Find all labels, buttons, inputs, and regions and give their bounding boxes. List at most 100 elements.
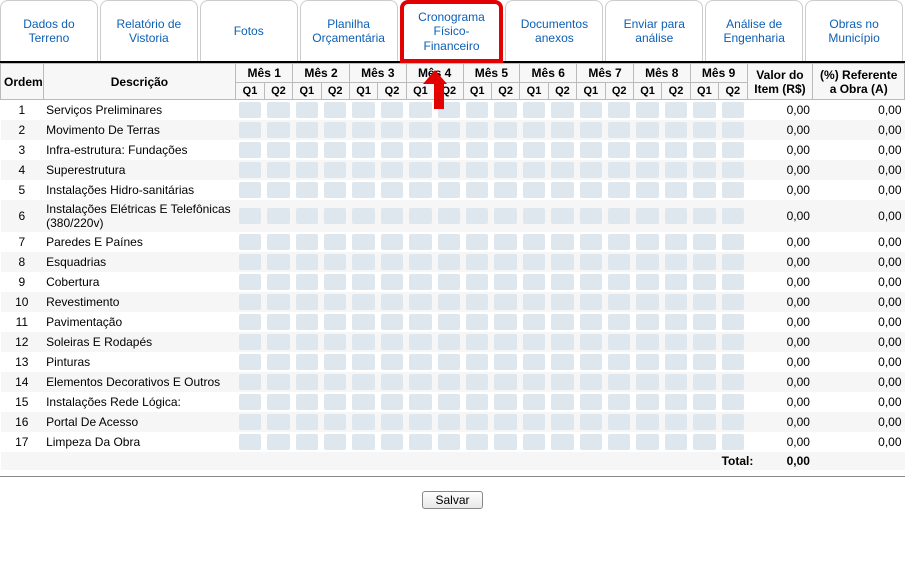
cell-quinzena[interactable] (719, 412, 747, 432)
cell-quinzena[interactable] (321, 232, 349, 252)
quinzena-input[interactable] (636, 208, 658, 224)
quinzena-input[interactable] (409, 254, 431, 270)
quinzena-input[interactable] (324, 234, 346, 250)
quinzena-input[interactable] (409, 102, 431, 118)
cell-quinzena[interactable] (349, 412, 377, 432)
cell-quinzena[interactable] (577, 140, 605, 160)
quinzena-input[interactable] (296, 314, 318, 330)
cell-quinzena[interactable] (264, 120, 292, 140)
quinzena-input[interactable] (523, 294, 545, 310)
quinzena-input[interactable] (636, 234, 658, 250)
cell-quinzena[interactable] (321, 332, 349, 352)
quinzena-input[interactable] (267, 234, 289, 250)
cell-quinzena[interactable] (236, 140, 264, 160)
quinzena-input[interactable] (693, 274, 715, 290)
quinzena-input[interactable] (267, 294, 289, 310)
quinzena-input[interactable] (296, 142, 318, 158)
quinzena-input[interactable] (239, 334, 261, 350)
cell-quinzena[interactable] (577, 100, 605, 121)
cell-quinzena[interactable] (236, 200, 264, 232)
quinzena-input[interactable] (636, 314, 658, 330)
quinzena-input[interactable] (580, 354, 602, 370)
cell-quinzena[interactable] (378, 272, 406, 292)
cell-quinzena[interactable] (520, 292, 548, 312)
quinzena-input[interactable] (381, 122, 403, 138)
cell-quinzena[interactable] (463, 120, 491, 140)
cell-quinzena[interactable] (236, 432, 264, 452)
quinzena-input[interactable] (693, 334, 715, 350)
quinzena-input[interactable] (381, 234, 403, 250)
quinzena-input[interactable] (352, 334, 374, 350)
cell-quinzena[interactable] (719, 140, 747, 160)
quinzena-input[interactable] (381, 434, 403, 450)
cell-quinzena[interactable] (633, 232, 661, 252)
cell-quinzena[interactable] (520, 180, 548, 200)
quinzena-input[interactable] (267, 182, 289, 198)
quinzena-input[interactable] (438, 234, 460, 250)
quinzena-input[interactable] (523, 122, 545, 138)
quinzena-input[interactable] (665, 294, 687, 310)
cell-quinzena[interactable] (690, 392, 718, 412)
quinzena-input[interactable] (239, 314, 261, 330)
cell-quinzena[interactable] (463, 352, 491, 372)
quinzena-input[interactable] (494, 434, 516, 450)
cell-quinzena[interactable] (378, 292, 406, 312)
cell-quinzena[interactable] (264, 200, 292, 232)
save-button[interactable]: Salvar (422, 491, 482, 509)
quinzena-input[interactable] (523, 142, 545, 158)
quinzena-input[interactable] (494, 142, 516, 158)
quinzena-input[interactable] (381, 254, 403, 270)
quinzena-input[interactable] (324, 274, 346, 290)
cell-quinzena[interactable] (548, 272, 576, 292)
quinzena-input[interactable] (693, 434, 715, 450)
quinzena-input[interactable] (580, 254, 602, 270)
quinzena-input[interactable] (580, 394, 602, 410)
quinzena-input[interactable] (466, 208, 488, 224)
cell-quinzena[interactable] (435, 332, 463, 352)
cell-quinzena[interactable] (690, 252, 718, 272)
quinzena-input[interactable] (608, 434, 630, 450)
cell-quinzena[interactable] (690, 200, 718, 232)
quinzena-input[interactable] (409, 208, 431, 224)
cell-quinzena[interactable] (236, 100, 264, 121)
cell-quinzena[interactable] (236, 252, 264, 272)
cell-quinzena[interactable] (378, 392, 406, 412)
quinzena-input[interactable] (409, 354, 431, 370)
cell-quinzena[interactable] (690, 372, 718, 392)
cell-quinzena[interactable] (633, 180, 661, 200)
cell-quinzena[interactable] (548, 392, 576, 412)
cell-quinzena[interactable] (690, 272, 718, 292)
cell-quinzena[interactable] (719, 332, 747, 352)
cell-quinzena[interactable] (548, 232, 576, 252)
quinzena-input[interactable] (296, 434, 318, 450)
quinzena-input[interactable] (438, 162, 460, 178)
cell-quinzena[interactable] (378, 100, 406, 121)
quinzena-input[interactable] (665, 394, 687, 410)
quinzena-input[interactable] (466, 354, 488, 370)
quinzena-input[interactable] (267, 142, 289, 158)
cell-quinzena[interactable] (463, 432, 491, 452)
cell-quinzena[interactable] (236, 292, 264, 312)
cell-quinzena[interactable] (662, 180, 690, 200)
cell-quinzena[interactable] (378, 200, 406, 232)
cell-quinzena[interactable] (435, 160, 463, 180)
cell-quinzena[interactable] (406, 432, 434, 452)
quinzena-input[interactable] (466, 394, 488, 410)
quinzena-input[interactable] (636, 162, 658, 178)
quinzena-input[interactable] (409, 234, 431, 250)
cell-quinzena[interactable] (463, 412, 491, 432)
cell-quinzena[interactable] (293, 140, 321, 160)
cell-quinzena[interactable] (520, 120, 548, 140)
cell-quinzena[interactable] (435, 180, 463, 200)
cell-quinzena[interactable] (662, 120, 690, 140)
cell-quinzena[interactable] (293, 160, 321, 180)
quinzena-input[interactable] (523, 394, 545, 410)
quinzena-input[interactable] (608, 102, 630, 118)
quinzena-input[interactable] (693, 314, 715, 330)
cell-quinzena[interactable] (264, 100, 292, 121)
quinzena-input[interactable] (494, 314, 516, 330)
cell-quinzena[interactable] (264, 392, 292, 412)
cell-quinzena[interactable] (236, 180, 264, 200)
cell-quinzena[interactable] (633, 332, 661, 352)
quinzena-input[interactable] (722, 162, 744, 178)
